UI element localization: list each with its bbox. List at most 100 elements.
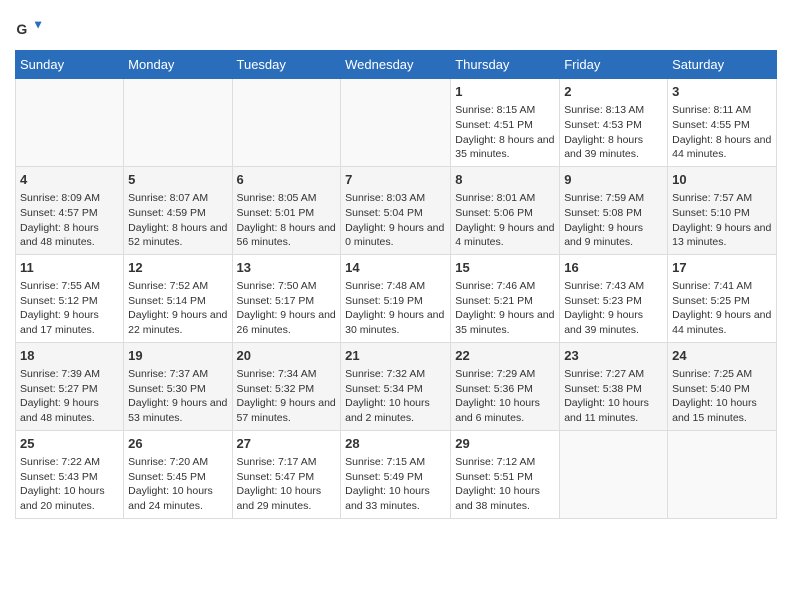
- calendar-day: 25Sunrise: 7:22 AMSunset: 5:43 PMDayligh…: [16, 430, 124, 518]
- svg-text:G: G: [16, 21, 27, 37]
- sunset-text: Sunset: 5:08 PM: [564, 207, 642, 219]
- day-number: 19: [128, 347, 227, 365]
- calendar-day: 15Sunrise: 7:46 AMSunset: 5:21 PMDayligh…: [451, 254, 560, 342]
- sunrise-text: Sunrise: 7:37 AM: [128, 368, 208, 380]
- daylight-text: Daylight: 10 hours and 29 minutes.: [237, 485, 322, 512]
- daylight-text: Daylight: 9 hours and 4 minutes.: [455, 222, 554, 249]
- calendar-day: 20 Sunrise: 7:34 AM Sunset: 5:32 PM Dayligh…: [232, 342, 341, 430]
- sunset-text: Sunset: 4:57 PM: [20, 207, 98, 219]
- calendar-day: 7Sunrise: 8:03 AMSunset: 5:04 PMDaylight…: [341, 166, 451, 254]
- daylight-text: Daylight: 9 hours and 0 minutes.: [345, 222, 444, 249]
- sunset-text: Sunset: 5:27 PM: [20, 383, 98, 395]
- day-number: 26: [128, 435, 227, 453]
- calendar-day: 18Sunrise: 7:39 AMSunset: 5:27 PMDayligh…: [16, 342, 124, 430]
- calendar-day: 24Sunrise: 7:25 AMSunset: 5:40 PMDayligh…: [668, 342, 777, 430]
- day-number: 5: [128, 171, 227, 189]
- sunset-text: Sunset: 5:47 PM: [237, 471, 315, 483]
- calendar-day: 12Sunrise: 7:52 AMSunset: 5:14 PMDayligh…: [124, 254, 232, 342]
- calendar-header-row: SundayMondayTuesdayWednesdayThursdayFrid…: [16, 51, 777, 79]
- sunrise-text: Sunrise: 7:27 AM: [564, 368, 644, 380]
- col-header-saturday: Saturday: [668, 51, 777, 79]
- sunset-text: Sunset: 4:53 PM: [564, 119, 642, 131]
- daylight-text: Daylight: 8 hours and 48 minutes.: [20, 222, 99, 249]
- sunrise-text: Sunrise: 8:01 AM: [455, 192, 535, 204]
- calendar-week-row: 11Sunrise: 7:55 AMSunset: 5:12 PMDayligh…: [16, 254, 777, 342]
- calendar: SundayMondayTuesdayWednesdayThursdayFrid…: [15, 50, 777, 519]
- daylight-text: Daylight: 10 hours and 2 minutes.: [345, 397, 430, 424]
- sunrise-text: Sunrise: 8:07 AM: [128, 192, 208, 204]
- col-header-tuesday: Tuesday: [232, 51, 341, 79]
- daylight-text: Daylight: 9 hours and 9 minutes.: [564, 222, 643, 249]
- day-number: 25: [20, 435, 119, 453]
- sunrise-text: Sunrise: 7:57 AM: [672, 192, 752, 204]
- sunset-text: Sunset: 5:34 PM: [345, 383, 423, 395]
- sunset-text: Sunset: 5:36 PM: [455, 383, 533, 395]
- sunrise-text: Sunrise: 8:13 AM: [564, 104, 644, 116]
- logo: G: [15, 16, 47, 44]
- daylight-text: Daylight: 9 hours and 48 minutes.: [20, 397, 99, 424]
- sunset-text: Sunset: 5:23 PM: [564, 295, 642, 307]
- col-header-friday: Friday: [560, 51, 668, 79]
- calendar-week-row: 1Sunrise: 8:15 AMSunset: 4:51 PMDaylight…: [16, 79, 777, 167]
- day-number: 8: [455, 171, 555, 189]
- daylight-text: Daylight: 9 hours and 53 minutes.: [128, 397, 227, 424]
- daylight-text: Daylight: 10 hours and 11 minutes.: [564, 397, 649, 424]
- sunrise-text: Sunrise: 7:39 AM: [20, 368, 100, 380]
- day-number: 29: [455, 435, 555, 453]
- day-number: 15: [455, 259, 555, 277]
- calendar-day: 5Sunrise: 8:07 AMSunset: 4:59 PMDaylight…: [124, 166, 232, 254]
- daylight-text: Daylight: 8 hours and 52 minutes.: [128, 222, 227, 249]
- daylight-text: Daylight: 9 hours and 13 minutes.: [672, 222, 771, 249]
- calendar-week-row: 18Sunrise: 7:39 AMSunset: 5:27 PMDayligh…: [16, 342, 777, 430]
- calendar-day: 17Sunrise: 7:41 AMSunset: 5:25 PMDayligh…: [668, 254, 777, 342]
- calendar-day: 29Sunrise: 7:12 AMSunset: 5:51 PMDayligh…: [451, 430, 560, 518]
- sunset-text: Sunset: 5:04 PM: [345, 207, 423, 219]
- sunrise-text: Sunrise: 7:50 AM: [237, 280, 317, 292]
- calendar-week-row: 4Sunrise: 8:09 AMSunset: 4:57 PMDaylight…: [16, 166, 777, 254]
- day-number: 10: [672, 171, 772, 189]
- daylight-text: Daylight: 10 hours and 15 minutes.: [672, 397, 757, 424]
- sunrise-text: Sunrise: 7:32 AM: [345, 368, 425, 380]
- sunrise-text: Sunrise: 7:46 AM: [455, 280, 535, 292]
- daylight-text: Daylight: 10 hours and 6 minutes.: [455, 397, 540, 424]
- daylight-text: Daylight: 10 hours and 20 minutes.: [20, 485, 105, 512]
- calendar-day: [16, 79, 124, 167]
- calendar-day: 13Sunrise: 7:50 AMSunset: 5:17 PMDayligh…: [232, 254, 341, 342]
- sunrise-text: Sunrise: 8:15 AM: [455, 104, 535, 116]
- day-number: 22: [455, 347, 555, 365]
- daylight-text: Daylight: 9 hours and 44 minutes.: [672, 309, 771, 336]
- calendar-day: 2Sunrise: 8:13 AMSunset: 4:53 PMDaylight…: [560, 79, 668, 167]
- calendar-day: 1Sunrise: 8:15 AMSunset: 4:51 PMDaylight…: [451, 79, 560, 167]
- day-number: 20: [237, 347, 337, 365]
- sunrise-text: Sunrise: 7:41 AM: [672, 280, 752, 292]
- day-number: 3: [672, 83, 772, 101]
- daylight-text: Daylight: 9 hours and 39 minutes.: [564, 309, 643, 336]
- day-number: 1: [455, 83, 555, 101]
- sunrise-text: Sunrise: 7:59 AM: [564, 192, 644, 204]
- day-number: 28: [345, 435, 446, 453]
- daylight-text: Daylight: 9 hours and 17 minutes.: [20, 309, 99, 336]
- col-header-wednesday: Wednesday: [341, 51, 451, 79]
- sunrise-text: Sunrise: 7:34 AM: [237, 368, 317, 380]
- day-number: 24: [672, 347, 772, 365]
- sunrise-text: Sunrise: 7:20 AM: [128, 456, 208, 468]
- sunset-text: Sunset: 5:32 PM: [237, 383, 315, 395]
- day-number: 4: [20, 171, 119, 189]
- calendar-day: 14Sunrise: 7:48 AMSunset: 5:19 PMDayligh…: [341, 254, 451, 342]
- calendar-day: [341, 79, 451, 167]
- sunset-text: Sunset: 5:19 PM: [345, 295, 423, 307]
- calendar-day: 26Sunrise: 7:20 AMSunset: 5:45 PMDayligh…: [124, 430, 232, 518]
- calendar-day: 21 Sunrise: 7:32 AM Sunset: 5:34 PM Dayligh…: [341, 342, 451, 430]
- calendar-day: 16Sunrise: 7:43 AMSunset: 5:23 PMDayligh…: [560, 254, 668, 342]
- day-number: 14: [345, 259, 446, 277]
- daylight-text: Daylight: 9 hours and 30 minutes.: [345, 309, 444, 336]
- day-number: 21: [345, 347, 446, 365]
- sunset-text: Sunset: 5:14 PM: [128, 295, 206, 307]
- calendar-day: 6Sunrise: 8:05 AMSunset: 5:01 PMDaylight…: [232, 166, 341, 254]
- daylight-text: Daylight: 9 hours and 57 minutes.: [237, 397, 336, 424]
- logo-icon: G: [15, 16, 43, 44]
- sunrise-text: Sunrise: 7:25 AM: [672, 368, 752, 380]
- sunrise-text: Sunrise: 7:52 AM: [128, 280, 208, 292]
- col-header-monday: Monday: [124, 51, 232, 79]
- calendar-day: 9Sunrise: 7:59 AMSunset: 5:08 PMDaylight…: [560, 166, 668, 254]
